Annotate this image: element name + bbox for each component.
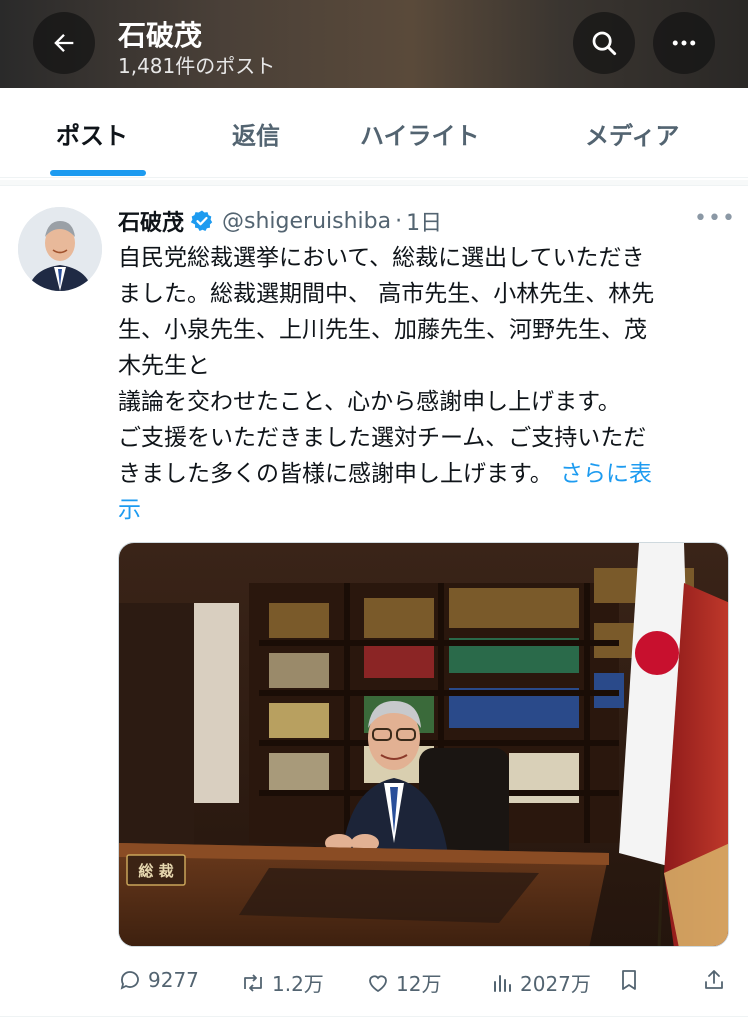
view-count: 2027万 [520, 972, 591, 996]
share-icon [705, 970, 723, 989]
like-count: 12万 [396, 972, 442, 996]
post-separator [0, 1016, 748, 1017]
post-text: 自民党総裁選挙において、総裁に選出していただき ました。総裁選期間中、 高市先生… [118, 245, 655, 487]
post-count: 1,481件のポスト [118, 54, 276, 78]
tab-posts[interactable]: ポスト [56, 116, 128, 151]
views-button[interactable]: 2027万 [492, 968, 591, 997]
post-author[interactable]: 石破茂 [118, 205, 184, 237]
post-handle[interactable]: @shigeruishiba [222, 209, 391, 234]
reply-icon [120, 971, 139, 990]
verified-badge-icon [190, 209, 214, 233]
post-header: 石破茂 @shigeruishiba · 1日 [118, 205, 442, 237]
tab-highlights[interactable]: ハイライト [360, 116, 480, 151]
repost-icon [244, 973, 262, 992]
search-icon [592, 31, 617, 56]
tab-media[interactable]: メディア [585, 116, 679, 151]
more-horizontal-icon [672, 40, 696, 46]
repost-button[interactable]: 1.2万 [240, 968, 324, 997]
profile-header: 石破茂 1,481件のポスト [0, 0, 748, 88]
share-button[interactable] [702, 968, 726, 992]
like-button[interactable]: 12万 [366, 968, 441, 997]
active-tab-indicator [50, 170, 146, 176]
heart-icon [369, 974, 387, 992]
avatar[interactable] [18, 207, 102, 291]
reply-button[interactable]: 9277 [118, 968, 199, 992]
post-image[interactable]: 総 裁 [118, 542, 729, 947]
bookmark-icon [622, 970, 636, 990]
profile-name: 石破茂 [118, 19, 203, 52]
tab-replies[interactable]: 返信 [232, 116, 280, 151]
repost-count: 1.2万 [272, 972, 324, 996]
more-button[interactable] [653, 12, 715, 74]
post-body: 自民党総裁選挙において、総裁に選出していただき ました。総裁選期間中、 高市先生… [118, 240, 730, 528]
section-divider [0, 180, 748, 186]
bookmark-button[interactable] [618, 968, 640, 992]
separator-dot: · [395, 208, 403, 234]
analytics-icon [494, 974, 511, 992]
post-timestamp[interactable]: 1日 [406, 205, 442, 237]
search-button[interactable] [573, 12, 635, 74]
back-button[interactable] [33, 12, 95, 74]
reply-count: 9277 [148, 968, 199, 992]
post-actions: 9277 1.2万 12万 2027万 [0, 962, 748, 1006]
desk: 総 裁 [119, 843, 609, 946]
arrow-left-icon [54, 34, 74, 52]
profile-tabs: ポスト 返信 ハイライト メディア [0, 88, 748, 178]
nameplate-text: 総 裁 [138, 862, 173, 880]
post-options-icon[interactable]: ••• [694, 206, 736, 231]
nameplate: 総 裁 [126, 854, 186, 886]
